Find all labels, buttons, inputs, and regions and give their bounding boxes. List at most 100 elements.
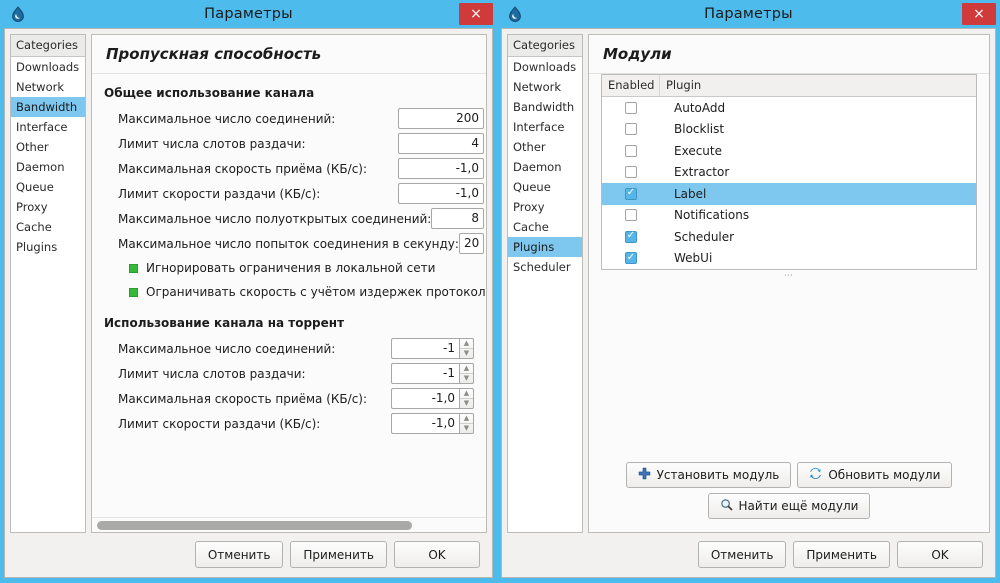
plugin-name-cell: Scheduler xyxy=(674,229,735,244)
table-row[interactable]: Notifications xyxy=(602,205,976,227)
sidebar-item-label: Network xyxy=(16,80,65,94)
sidebar-item-label: Network xyxy=(513,80,562,94)
horizontal-scrollbar[interactable] xyxy=(92,517,486,532)
sidebar-item-network[interactable]: Network xyxy=(508,77,582,97)
numeric-input[interactable]: 20 xyxy=(458,233,485,254)
table-row[interactable]: Blocklist xyxy=(602,119,976,141)
close-button[interactable]: × xyxy=(459,3,493,25)
table-row[interactable]: Scheduler xyxy=(602,226,976,248)
numeric-input[interactable]: -1,0 xyxy=(398,158,484,179)
table-row[interactable]: WebUi xyxy=(602,248,976,270)
sidebar-item-label: Cache xyxy=(513,220,549,234)
checkbox-checked-icon[interactable] xyxy=(625,252,637,265)
sidebar-item-plugins[interactable]: Plugins xyxy=(508,237,582,257)
plugin-enabled-cell[interactable] xyxy=(602,144,660,157)
table-row[interactable]: Label xyxy=(602,183,976,205)
sidebar-item-cache[interactable]: Cache xyxy=(508,217,582,237)
chevron-up-icon[interactable]: ▲ xyxy=(460,389,473,399)
numeric-input[interactable]: -1 xyxy=(391,338,459,359)
plugin-enabled-cell[interactable] xyxy=(602,101,660,114)
checkbox-unchecked-icon[interactable] xyxy=(625,123,637,136)
plugin-enabled-cell[interactable] xyxy=(602,209,660,222)
sidebar-item-interface[interactable]: Interface xyxy=(508,117,582,137)
spinner-arrows[interactable]: ▲ ▼ xyxy=(459,413,474,434)
cancel-button[interactable]: Отменить xyxy=(697,541,787,568)
pane-resize-grip[interactable]: ⋯ xyxy=(601,270,977,281)
chevron-up-icon[interactable]: ▲ xyxy=(460,414,473,424)
sidebar-item-other[interactable]: Other xyxy=(508,137,582,157)
plugin-enabled-cell[interactable] xyxy=(602,166,660,179)
plugin-enabled-cell[interactable] xyxy=(602,123,660,136)
sidebar-item-plugins[interactable]: Plugins xyxy=(11,237,85,257)
chevron-down-icon[interactable]: ▼ xyxy=(460,399,473,409)
sidebar-item-label: Plugins xyxy=(513,240,555,254)
checkbox-checked-icon[interactable] xyxy=(625,187,637,200)
sidebar-item-bandwidth[interactable]: Bandwidth xyxy=(11,97,85,117)
ok-button[interactable]: OK xyxy=(394,541,480,568)
table-row[interactable]: Extractor xyxy=(602,162,976,184)
table-row[interactable]: Execute xyxy=(602,140,976,162)
checkbox-unchecked-icon[interactable] xyxy=(625,101,637,114)
spin-button[interactable]: -1,0 ▲ ▼ xyxy=(391,388,474,409)
checkbox-checked-icon[interactable] xyxy=(129,287,138,297)
sidebar-item-network[interactable]: Network xyxy=(11,77,85,97)
sidebar-item-daemon[interactable]: Daemon xyxy=(508,157,582,177)
install-plugin-button[interactable]: Установить модуль xyxy=(625,462,792,488)
sidebar-item-queue[interactable]: Queue xyxy=(11,177,85,197)
numeric-input[interactable]: -1,0 xyxy=(398,183,484,204)
checkbox-unchecked-icon[interactable] xyxy=(625,209,637,222)
titlebar-right: Параметры × xyxy=(497,0,1000,28)
find-more-plugins-button[interactable]: Найти ещё модули xyxy=(707,493,871,519)
checkbox-checked-icon[interactable] xyxy=(625,230,637,243)
sidebar-item-daemon[interactable]: Daemon xyxy=(11,157,85,177)
plugin-enabled-cell[interactable] xyxy=(602,187,660,200)
checkbox-row[interactable]: Ограничивать скорость с учётом издержек … xyxy=(104,280,486,304)
numeric-input[interactable]: 4 xyxy=(398,133,484,154)
rescan-plugins-button[interactable]: Обновить модули xyxy=(797,462,953,488)
plugin-name-cell: Execute xyxy=(674,143,722,158)
apply-button[interactable]: Применить xyxy=(290,541,387,568)
checkbox-unchecked-icon[interactable] xyxy=(625,144,637,157)
plugin-enabled-cell[interactable] xyxy=(602,252,660,265)
spinner-arrows[interactable]: ▲ ▼ xyxy=(459,388,474,409)
chevron-up-icon[interactable]: ▲ xyxy=(460,339,473,349)
numeric-input[interactable]: -1,0 xyxy=(391,388,459,409)
sidebar-item-downloads[interactable]: Downloads xyxy=(508,57,582,77)
spin-button[interactable]: -1 ▲ ▼ xyxy=(391,338,474,359)
chevron-down-icon[interactable]: ▼ xyxy=(460,424,473,434)
spinner-arrows[interactable]: ▲ ▼ xyxy=(459,363,474,384)
ok-button[interactable]: OK xyxy=(897,541,983,568)
apply-button[interactable]: Применить xyxy=(793,541,890,568)
numeric-input[interactable]: 8 xyxy=(431,208,484,229)
spinner-arrows[interactable]: ▲ ▼ xyxy=(459,338,474,359)
column-header-plugin[interactable]: Plugin xyxy=(660,75,707,96)
plugin-enabled-cell[interactable] xyxy=(602,230,660,243)
spin-button[interactable]: -1,0 ▲ ▼ xyxy=(391,413,474,434)
sidebar-item-interface[interactable]: Interface xyxy=(11,117,85,137)
sidebar-item-proxy[interactable]: Proxy xyxy=(11,197,85,217)
cancel-button[interactable]: Отменить xyxy=(194,541,284,568)
close-button[interactable]: × xyxy=(962,3,996,25)
checkbox-checked-icon[interactable] xyxy=(129,263,138,273)
sidebar-item-downloads[interactable]: Downloads xyxy=(11,57,85,77)
chevron-down-icon[interactable]: ▼ xyxy=(460,349,473,359)
column-header-enabled[interactable]: Enabled xyxy=(602,75,660,96)
plugin-name-cell: Extractor xyxy=(674,165,730,180)
chevron-down-icon[interactable]: ▼ xyxy=(460,374,473,384)
sidebar-item-other[interactable]: Other xyxy=(11,137,85,157)
spin-button[interactable]: -1 ▲ ▼ xyxy=(391,363,474,384)
numeric-input[interactable]: 200 xyxy=(398,108,484,129)
numeric-input[interactable]: -1 xyxy=(391,363,459,384)
sidebar-item-bandwidth[interactable]: Bandwidth xyxy=(508,97,582,117)
scrollbar-thumb[interactable] xyxy=(97,520,412,530)
numeric-input[interactable]: -1,0 xyxy=(391,413,459,434)
sidebar-item-scheduler[interactable]: Scheduler xyxy=(508,257,582,277)
checkbox-unchecked-icon[interactable] xyxy=(625,166,637,179)
sidebar-item-cache[interactable]: Cache xyxy=(11,217,85,237)
sidebar-item-queue[interactable]: Queue xyxy=(508,177,582,197)
table-row[interactable]: AutoAdd xyxy=(602,97,976,119)
chevron-up-icon[interactable]: ▲ xyxy=(460,364,473,374)
sidebar-item-label: Other xyxy=(16,140,49,154)
sidebar-item-proxy[interactable]: Proxy xyxy=(508,197,582,217)
checkbox-row[interactable]: Игнорировать ограничения в локальной сет… xyxy=(104,256,474,280)
